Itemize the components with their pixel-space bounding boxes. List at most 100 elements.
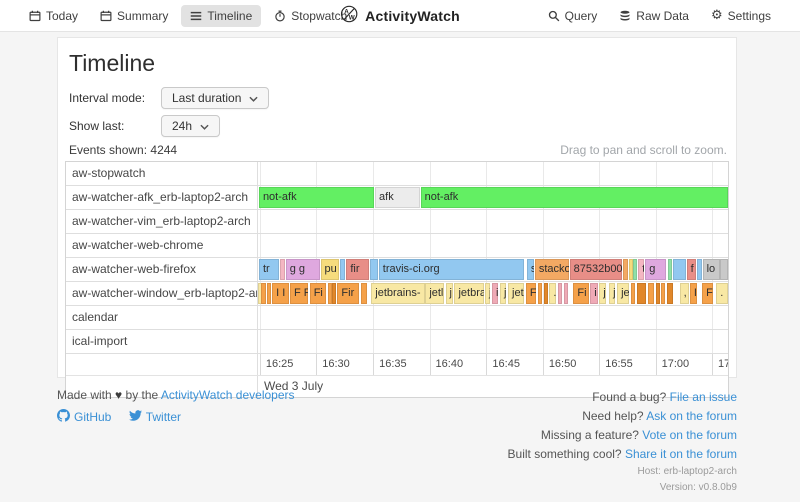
timeline-event-block[interactable]: lo	[703, 259, 720, 280]
twitter-icon	[129, 409, 142, 425]
timeline-event-block[interactable]	[558, 283, 562, 304]
timeline-event-block[interactable]: tr	[259, 259, 279, 280]
timeline-event-block[interactable]: F	[702, 283, 713, 304]
gridline	[599, 210, 600, 233]
nav-item-label: Raw Data	[636, 9, 689, 23]
timeline-event-block[interactable]: F	[526, 283, 536, 304]
timeline-event-block[interactable]	[361, 283, 367, 304]
timeline-event-block[interactable]	[697, 259, 702, 280]
share-forum-link[interactable]: Share it on the forum	[625, 447, 737, 461]
timeline-event-block[interactable]	[340, 259, 345, 280]
timeline-event-block[interactable]: j	[446, 283, 453, 304]
by-the-text: by the	[126, 388, 159, 402]
timeline-event-block[interactable]: .	[716, 283, 728, 304]
timeline-event-block[interactable]: g g	[286, 259, 320, 280]
timeline-event-block[interactable]: i	[492, 283, 498, 304]
timeline-event-block[interactable]: je	[617, 283, 629, 304]
show-last-select[interactable]: 24h	[161, 115, 220, 137]
gridline	[373, 210, 374, 233]
timeline-event-block[interactable]: pu	[321, 259, 340, 280]
timeline-event-block[interactable]: 87532b00	[570, 259, 623, 280]
interval-mode-select[interactable]: Last duration	[161, 87, 269, 109]
axis-tick: 17:05	[712, 354, 728, 375]
timeline-event-block[interactable]	[623, 259, 628, 280]
nav-item-settings[interactable]: ⚙ Settings	[702, 5, 780, 27]
timeline-event-block[interactable]: j	[485, 283, 490, 304]
timeline-event-block[interactable]	[720, 259, 728, 280]
brand-label: ActivityWatch	[365, 8, 460, 24]
timeline-event-block[interactable]	[668, 259, 672, 280]
timeline-row: aw-watcher-afk_erb-laptop2-archnot-afkaf…	[66, 186, 728, 210]
timeline-event-block[interactable]: f	[687, 259, 696, 280]
timeline-event-block[interactable]	[648, 283, 654, 304]
timeline-row-label: aw-watcher-web-firefox	[66, 258, 258, 281]
timeline-event-block[interactable]	[332, 283, 336, 304]
timeline-event-block[interactable]: I I	[272, 283, 289, 304]
gridline	[430, 234, 431, 257]
bug-line: Found a bug? File an issue	[508, 388, 737, 407]
timeline-event-block[interactable]	[656, 283, 660, 304]
ask-forum-link[interactable]: Ask on the forum	[646, 409, 737, 423]
timeline-event-block[interactable]: i	[590, 283, 598, 304]
nav-item-today[interactable]: Today	[20, 5, 87, 27]
timeline-event-block[interactable]	[564, 283, 568, 304]
twitter-link[interactable]: Twitter	[129, 409, 181, 425]
timeline-event-block[interactable]: jetbrains-	[371, 283, 425, 304]
vote-forum-link[interactable]: Vote on the forum	[642, 428, 737, 442]
brand[interactable]: AW ActivityWatch	[340, 5, 460, 26]
timeline-row-label: aw-watcher-web-chrome	[66, 234, 258, 257]
timeline-event-block[interactable]	[631, 283, 636, 304]
timeline-event-block[interactable]	[280, 259, 285, 280]
nav-item-summary[interactable]: Summary	[91, 5, 177, 27]
timeline-event-block[interactable]: F F	[290, 283, 308, 304]
timeline-event-block[interactable]: I	[690, 283, 697, 304]
timeline-event-block[interactable]	[267, 283, 271, 304]
gridline	[599, 234, 600, 257]
github-link[interactable]: GitHub	[57, 409, 111, 425]
timeline-row-track	[258, 162, 728, 185]
timeline-event-block[interactable]: not-afk	[259, 187, 374, 208]
timeline-event-block[interactable]: .	[549, 283, 556, 304]
timeline-event-block[interactable]: jetbra	[454, 283, 484, 304]
timeline-event-block[interactable]	[328, 283, 332, 304]
timeline-event-block[interactable]: j	[609, 283, 615, 304]
timeline-event-block[interactable]: not-afk	[421, 187, 728, 208]
gridline	[260, 330, 261, 353]
nav-item-query[interactable]: Query	[539, 5, 607, 27]
timeline-event-block[interactable]	[637, 283, 646, 304]
timeline-event-block[interactable]	[544, 283, 548, 304]
timeline-event-block[interactable]	[633, 259, 637, 280]
timeline-event-block[interactable]	[261, 283, 265, 304]
nav-item-raw-data[interactable]: Raw Data	[610, 5, 698, 27]
file-issue-link[interactable]: File an issue	[670, 390, 737, 404]
timeline-event-block[interactable]: jet	[508, 283, 524, 304]
timeline-event-block[interactable]: afk	[375, 187, 420, 208]
nav-item-timeline[interactable]: Timeline	[181, 5, 261, 27]
timeline-event-block[interactable]: travis-ci.org	[379, 259, 524, 280]
bug-question: Found a bug?	[592, 390, 666, 404]
timeline-event-block[interactable]: jetl	[425, 283, 444, 304]
axis-spacer	[66, 354, 258, 375]
timeline-event-block[interactable]	[661, 283, 666, 304]
timeline-event-block[interactable]	[667, 283, 673, 304]
timeline-event-block[interactable]: Fi	[573, 283, 589, 304]
timeline-row-track	[258, 306, 728, 329]
gridline	[543, 234, 544, 257]
gridline	[486, 234, 487, 257]
timeline-event-block[interactable]: Fir	[337, 283, 359, 304]
timeline-event-block[interactable]: t	[638, 259, 644, 280]
timeline-event-block[interactable]: Fi	[310, 283, 326, 304]
timeline-chart[interactable]: aw-stopwatchaw-watcher-afk_erb-laptop2-a…	[65, 161, 729, 398]
timeline-event-block[interactable]: j	[599, 283, 606, 304]
timeline-event-block[interactable]	[370, 259, 378, 280]
timeline-event-block[interactable]: s	[527, 259, 534, 280]
timeline-event-block[interactable]	[538, 283, 542, 304]
nav-item-label: Stopwatch	[291, 9, 347, 23]
developers-link[interactable]: ActivityWatch developers	[161, 388, 295, 402]
timeline-event-block[interactable]: ,	[680, 283, 689, 304]
timeline-event-block[interactable]: fir	[346, 259, 369, 280]
timeline-event-block[interactable]: j	[500, 283, 506, 304]
timeline-event-block[interactable]: g	[645, 259, 666, 280]
timeline-event-block[interactable]: stacko	[535, 259, 569, 280]
timeline-event-block[interactable]	[673, 259, 686, 280]
